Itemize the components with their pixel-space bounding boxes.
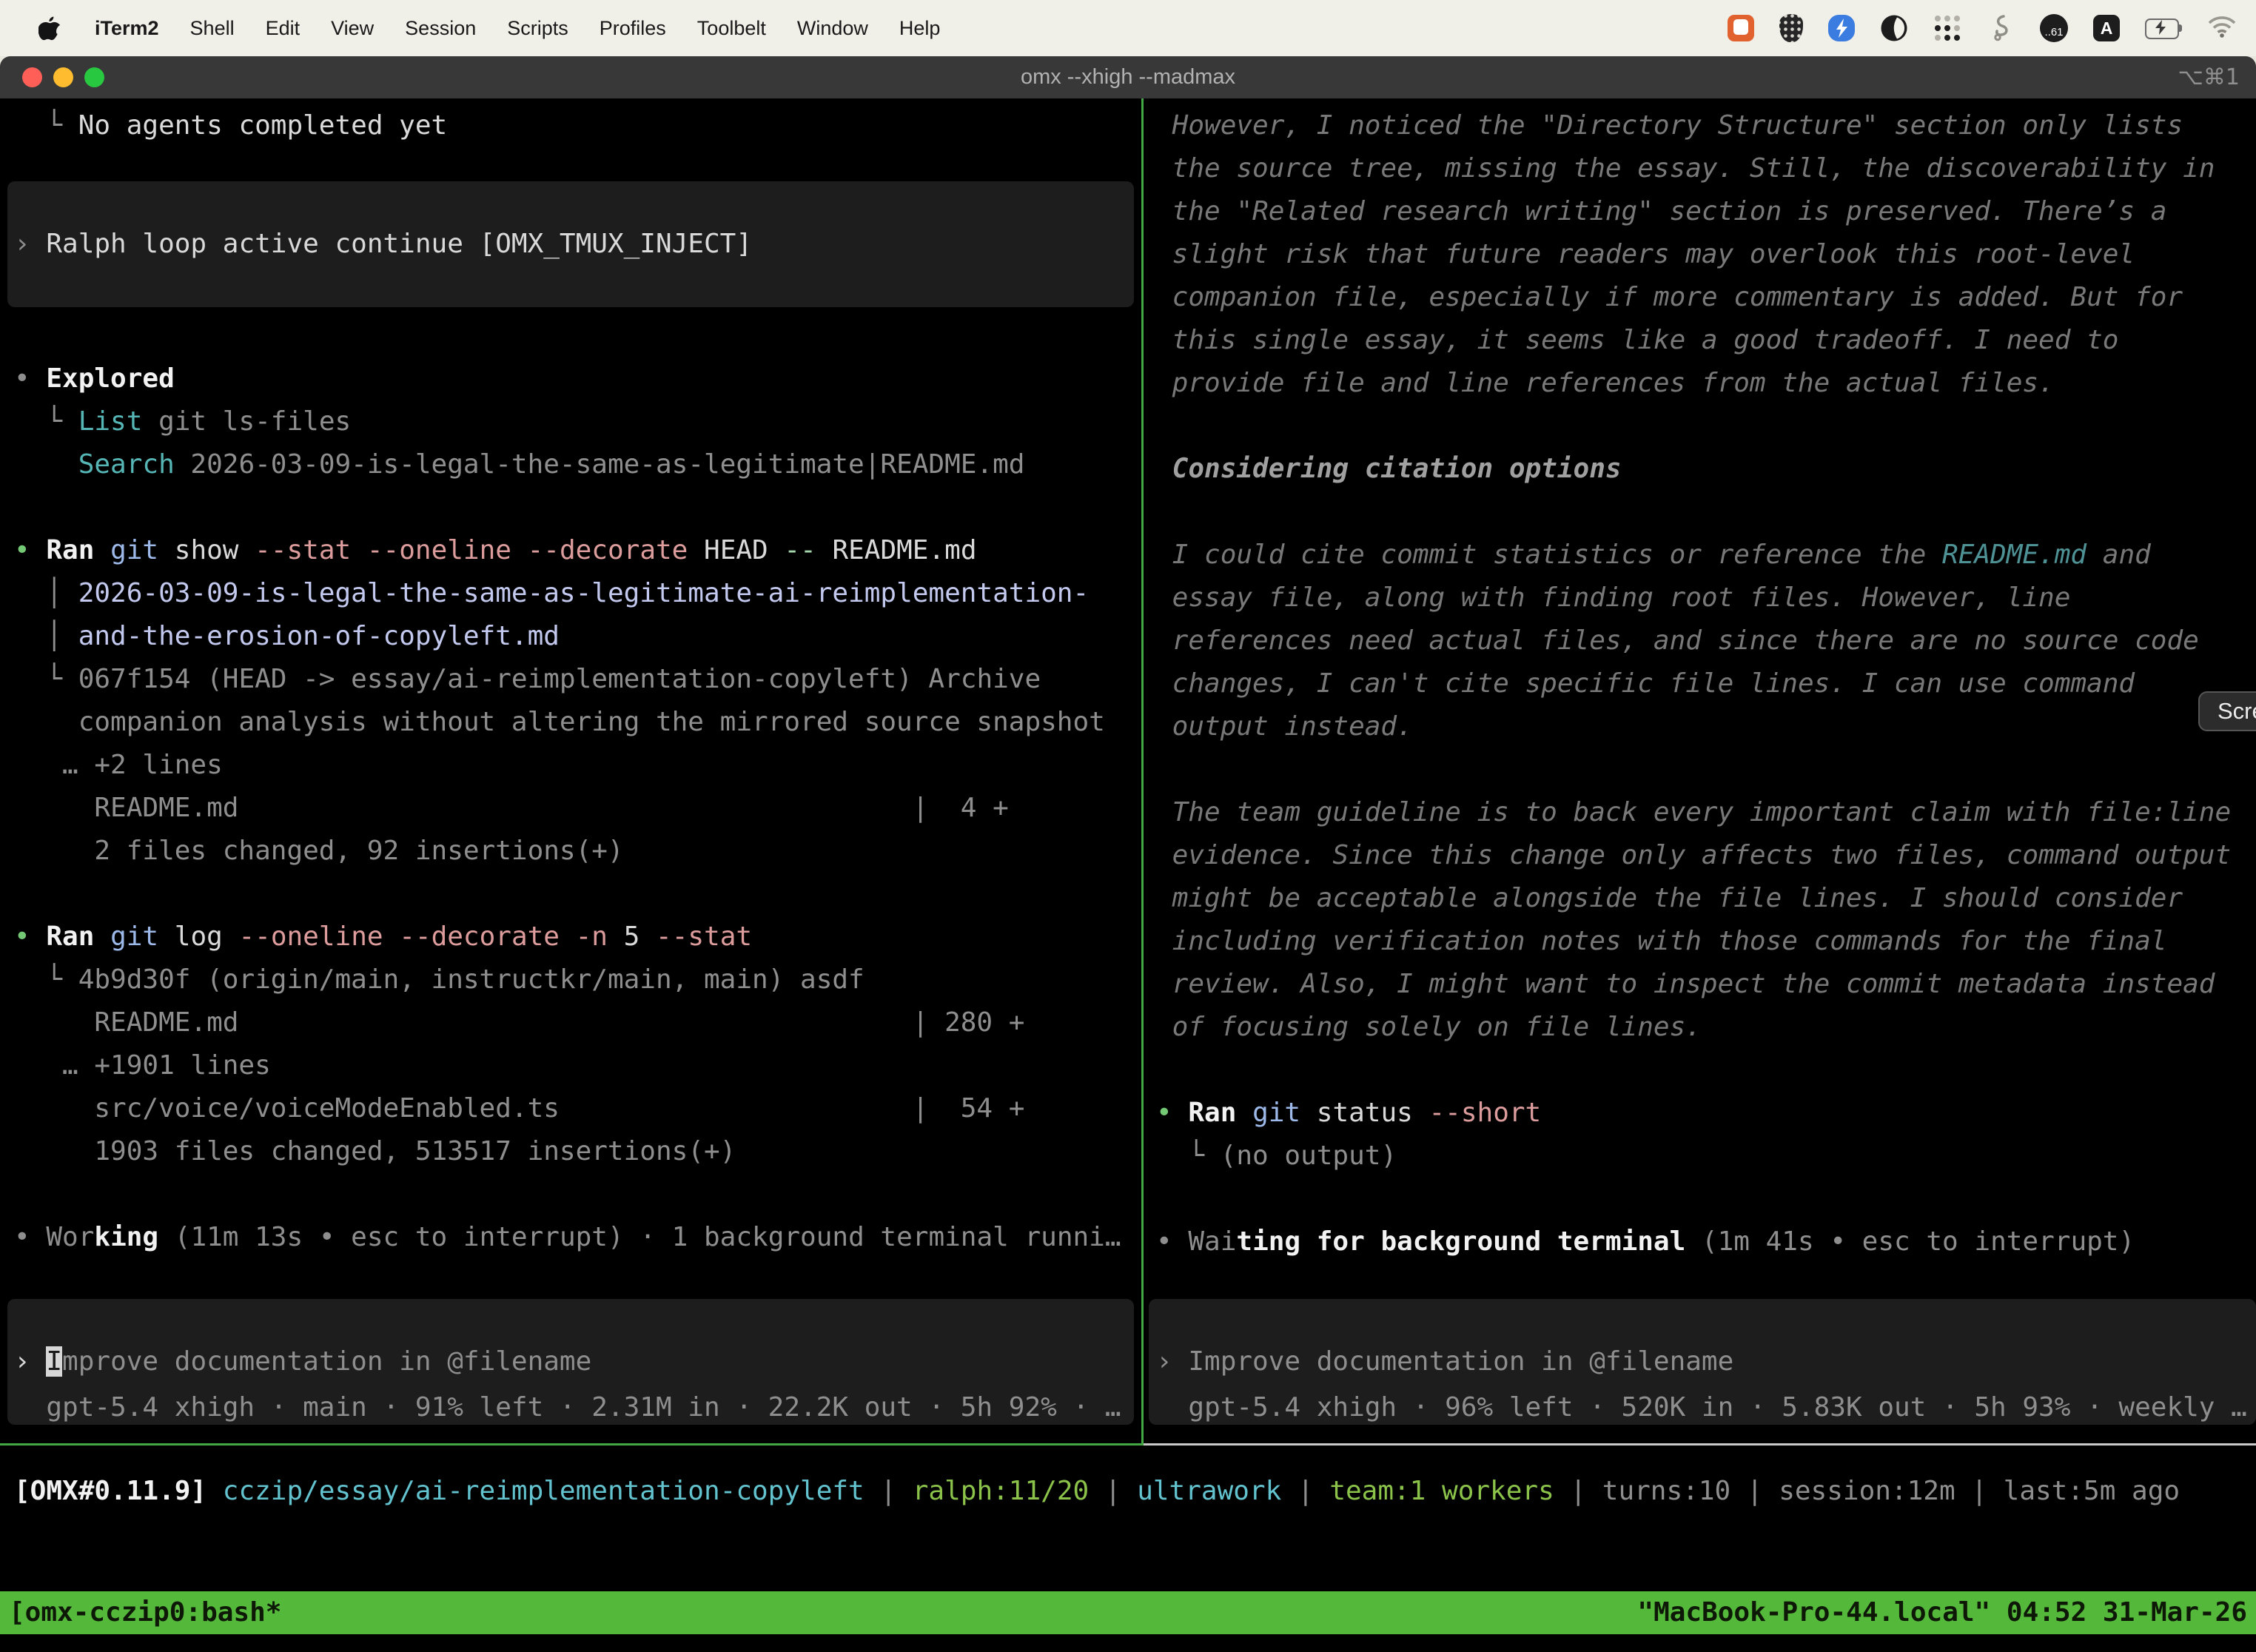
menu-item-help[interactable]: Help [899, 17, 941, 40]
menu-item-toolbelt[interactable]: Toolbelt [697, 17, 766, 40]
terminal-line: of focusing solely on file lines. [1156, 1006, 2256, 1049]
terminal-text-block: However, I noticed the "Directory Struct… [1149, 104, 2256, 1263]
menu-item-shell[interactable]: Shell [190, 17, 235, 40]
terminal-line: › Ralph loop active continue [OMX_TMUX_I… [14, 223, 752, 266]
terminal-line: companion file, especially if more comme… [1156, 276, 2256, 319]
macos-menu-bar: iTerm2 Shell Edit View Session Scripts P… [0, 0, 2256, 56]
terminal-line: changes, I can't cite specific file line… [1156, 662, 2256, 705]
terminal-line: › Improve documentation in @filename [14, 1340, 591, 1383]
menu-item-view[interactable]: View [331, 17, 374, 40]
terminal-line: └ (no output) [1156, 1135, 2256, 1178]
terminal-text-block: gpt-5.4 xhigh · 96% left · 520K in · 5.8… [1149, 1386, 2256, 1429]
terminal-text-block: • Explored └ List git ls-files Search 20… [0, 357, 1141, 1259]
terminal-text-block: └ No agents completed yet [0, 104, 1141, 147]
hook-icon[interactable] [1987, 14, 2015, 42]
terminal-text-block: gpt-5.4 xhigh · main · 91% left · 2.31M … [0, 1386, 1141, 1429]
terminal-line: However, I noticed the "Directory Struct… [1156, 104, 2256, 147]
tmux-session-window: [omx-cczip0:bash* [9, 1591, 281, 1634]
terminal-line: provide file and line references from th… [1156, 362, 2256, 405]
ralph-loop-banner: › Ralph loop active continue [OMX_TMUX_I… [7, 181, 1134, 307]
terminal-line [1156, 748, 2256, 791]
shield-grid-icon[interactable] [1779, 14, 1803, 42]
terminal-line: … +1901 lines [14, 1044, 1141, 1087]
terminal-line: gpt-5.4 xhigh · 96% left · 520K in · 5.8… [1156, 1386, 2256, 1429]
terminal-line: Considering citation options [1156, 448, 2256, 491]
terminal-line [1156, 1178, 2256, 1220]
active-pane-bottom-border [0, 1443, 1141, 1446]
terminal-line: • Ran git log --oneline --decorate -n 5 … [14, 916, 1141, 958]
terminal-line: └ 4b9d30f (origin/main, instructkr/main,… [14, 958, 1141, 1001]
terminal-line [14, 873, 1141, 916]
terminal-line: slight risk that future readers may over… [1156, 233, 2256, 276]
menu-item-session[interactable]: Session [405, 17, 476, 40]
blue-bolt-icon[interactable] [1828, 15, 1855, 41]
terminal-line: • Waiting for background terminal (1m 41… [1156, 1220, 2256, 1263]
terminal-line: • Ran git status --short [1156, 1092, 2256, 1135]
inactive-pane-bottom-border [1144, 1443, 2256, 1446]
terminal-line: The team guideline is to back every impo… [1156, 791, 2256, 834]
terminal-line: • Explored [14, 357, 1141, 400]
terminal-line: output instead. [1156, 705, 2256, 748]
menu-item-profiles[interactable]: Profiles [600, 17, 666, 40]
menu-item-edit[interactable]: Edit [266, 17, 301, 40]
pane-divider[interactable] [1141, 98, 1144, 1446]
window-title-bar: omx --xhigh --madmax ⌥⌘1 [0, 56, 2256, 98]
menu-status-icons: ..61 A [1728, 14, 2235, 42]
terminal-line: Search 2026-03-09-is-legal-the-same-as-l… [14, 443, 1141, 486]
omx-status-line: [OMX#0.11.9] cczip/essay/ai-reimplementa… [14, 1470, 2180, 1513]
terminal-line: └ 067f154 (HEAD -> essay/ai-reimplementa… [14, 658, 1141, 701]
terminal-line: review. Also, I might want to inspect th… [1156, 963, 2256, 1006]
terminal-line: README.md | 280 + [14, 1001, 1141, 1044]
right-agent-pane[interactable]: However, I noticed the "Directory Struct… [1149, 98, 2256, 1443]
battery-icon[interactable] [2145, 19, 2182, 38]
terminal-line [14, 486, 1141, 529]
proxy-badge-icon[interactable]: ..61 [2040, 14, 2068, 42]
wifi-icon[interactable] [2207, 14, 2235, 42]
terminal-line: gpt-5.4 xhigh · main · 91% left · 2.31M … [14, 1386, 1141, 1429]
terminal-line: I could cite commit statistics or refere… [1156, 534, 2256, 577]
terminal-area: └ No agents completed yet › Ralph loop ac… [0, 98, 2256, 1443]
terminal-line [1156, 405, 2256, 448]
terminal-line [1156, 491, 2256, 534]
apple-menu-icon[interactable] [38, 16, 61, 41]
terminal-line: evidence. Since this change only affects… [1156, 834, 2256, 877]
terminal-line: 1903 files changed, 513517 insertions(+) [14, 1130, 1141, 1173]
terminal-line: │ and-the-erosion-of-copyleft.md [14, 615, 1141, 658]
terminal-line: └ No agents completed yet [14, 104, 1141, 147]
terminal-line [1156, 1049, 2256, 1092]
window-title: omx --xhigh --madmax [0, 56, 2256, 98]
screenshot-chat-icon[interactable] [1728, 15, 1754, 41]
terminal-line: companion analysis without altering the … [14, 701, 1141, 744]
tmux-status-bar: [omx-cczip0:bash* "MacBook-Pro-44.local"… [0, 1591, 2256, 1634]
terminal-line: this single essay, it seems like a good … [1156, 319, 2256, 362]
terminal-line: the "Related research writing" section i… [1156, 190, 2256, 233]
terminal-line: • Working (11m 13s • esc to interrupt) ·… [14, 1216, 1141, 1259]
terminal-line: 2 files changed, 92 insertions(+) [14, 830, 1141, 873]
menu-items: iTerm2 Shell Edit View Session Scripts P… [38, 16, 940, 41]
menu-item-iterm2[interactable]: iTerm2 [95, 17, 159, 40]
pie-crescent-icon[interactable] [1880, 14, 1908, 42]
terminal-line: essay file, along with finding root file… [1156, 577, 2256, 620]
terminal-line [14, 1173, 1141, 1216]
terminal-line: references need actual files, and since … [1156, 620, 2256, 662]
terminal-line: • Ran git show --stat --oneline --decora… [14, 529, 1141, 572]
terminal-line: └ List git ls-files [14, 400, 1141, 443]
terminal-line: src/voice/voiceModeEnabled.ts | 54 + [14, 1087, 1141, 1130]
menu-item-window[interactable]: Window [797, 17, 868, 40]
menu-item-scripts[interactable]: Scripts [507, 17, 568, 40]
terminal-line: might be acceptable alongside the file l… [1156, 877, 2256, 920]
input-source-icon[interactable]: A [2093, 15, 2120, 41]
terminal-line: … +2 lines [14, 744, 1141, 787]
terminal-line: the source tree, missing the essay. Stil… [1156, 147, 2256, 190]
terminal-line: including verification notes with those … [1156, 920, 2256, 963]
terminal-line: › Improve documentation in @filename [1156, 1340, 1733, 1383]
screen-overlay-badge[interactable]: Scre [2198, 691, 2256, 731]
tmux-host-clock: "MacBook-Pro-44.local" 04:52 31-Mar-26 [1637, 1591, 2247, 1634]
left-agent-pane[interactable]: └ No agents completed yet › Ralph loop ac… [0, 98, 1141, 1443]
terminal-line: │ 2026-03-09-is-legal-the-same-as-legiti… [14, 572, 1141, 615]
window-shortcut-hint: ⌥⌘1 [2178, 56, 2240, 98]
terminal-line: README.md | 4 + [14, 787, 1141, 830]
dots-grid-icon[interactable] [1933, 14, 1961, 42]
